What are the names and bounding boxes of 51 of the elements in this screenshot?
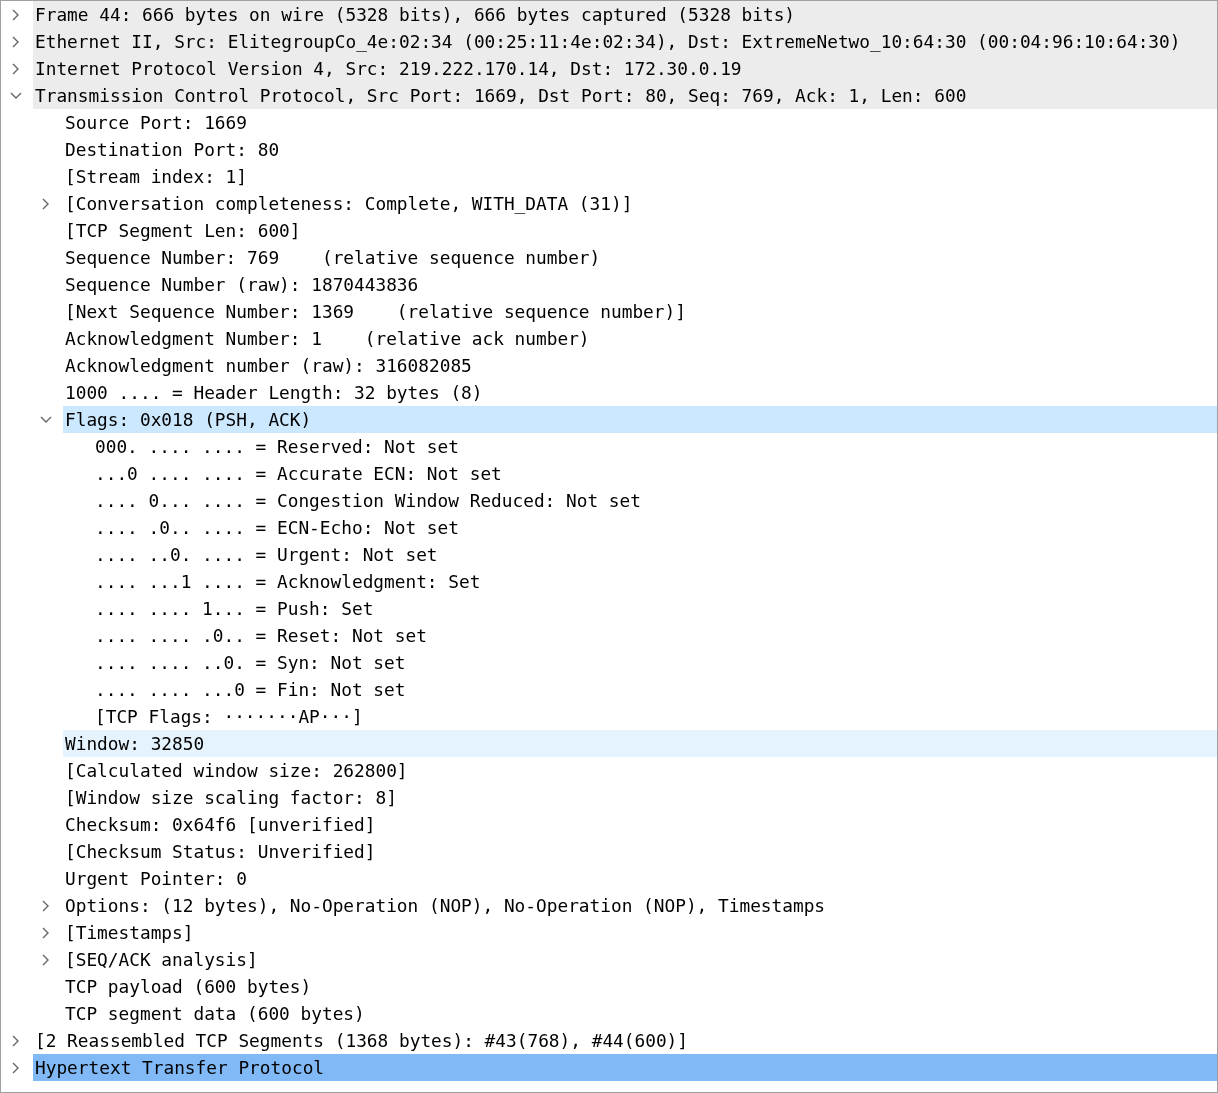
tree-item[interactable]: [Window size scaling factor: 8] [63, 784, 1217, 811]
tree-item[interactable]: Hypertext Transfer Protocol [33, 1054, 1217, 1081]
chevron-down-icon[interactable] [40, 415, 52, 424]
tree-item[interactable]: Source Port: 1669 [63, 109, 1217, 136]
tree-item[interactable]: .... 0... .... = Congestion Window Reduced: Not set [93, 487, 1217, 514]
tree-item[interactable]: Flags: 0x018 (PSH, ACK) [63, 406, 1217, 433]
tree-item[interactable]: Acknowledgment Number: 1 (relative ack number) [63, 325, 1217, 352]
tree-item[interactable]: [Calculated window size: 262800] [63, 757, 1217, 784]
tree-item[interactable]: [Stream index: 1] [63, 163, 1217, 190]
tree-item[interactable]: .... .... ..0. = Syn: Not set [93, 649, 1217, 676]
tree-item[interactable]: .... .... .0.. = Reset: Not set [93, 622, 1217, 649]
chevron-down-icon[interactable] [10, 91, 22, 100]
tree-item[interactable]: Transmission Control Protocol, Src Port: 1669, Dst Port: 80, Seq: 769, Ack: 1, Len: 600 [33, 82, 1217, 109]
tree-item[interactable]: Destination Port: 80 [63, 136, 1217, 163]
chevron-right-icon[interactable] [12, 8, 20, 21]
tree-item[interactable]: Frame 44: 666 bytes on wire (5328 bits), 666 bytes captured (5328 bits) [33, 1, 1217, 28]
tree-item[interactable]: TCP payload (600 bytes) [63, 973, 1217, 1000]
tree-item[interactable]: 000. .... .... = Reserved: Not set [93, 433, 1217, 460]
chevron-right-icon[interactable] [42, 899, 50, 912]
tree-item[interactable]: Sequence Number (raw): 1870443836 [63, 271, 1217, 298]
chevron-right-icon[interactable] [12, 1061, 20, 1074]
chevron-right-icon[interactable] [12, 35, 20, 48]
chevron-right-icon[interactable] [12, 62, 20, 75]
tree-item[interactable]: Ethernet II, Src: ElitegroupCo_4e:02:34 (00:25:11:4e:02:34), Dst: ExtremeNetwo_10:64:30 (00:04:96:10:64:30) [33, 28, 1217, 55]
tree-item[interactable]: .... .... 1... = Push: Set [93, 595, 1217, 622]
tree-item[interactable]: [Conversation completeness: Complete, WITH_DATA (31)] [63, 190, 1217, 217]
tree-item[interactable]: Urgent Pointer: 0 [63, 865, 1217, 892]
tree-item[interactable]: [Timestamps] [63, 919, 1217, 946]
tree-item[interactable]: [TCP Segment Len: 600] [63, 217, 1217, 244]
tree-item[interactable]: Internet Protocol Version 4, Src: 219.222.170.14, Dst: 172.30.0.19 [33, 55, 1217, 82]
tree-item[interactable]: .... ...1 .... = Acknowledgment: Set [93, 568, 1217, 595]
tree-item[interactable]: 1000 .... = Header Length: 32 bytes (8) [63, 379, 1217, 406]
tree-item[interactable]: [TCP Flags: ·······AP···] [93, 703, 1217, 730]
tree-item[interactable]: TCP segment data (600 bytes) [63, 1000, 1217, 1027]
tree-item[interactable]: [2 Reassembled TCP Segments (1368 bytes): #43(768), #44(600)] [33, 1027, 1217, 1054]
tree-item[interactable]: [SEQ/ACK analysis] [63, 946, 1217, 973]
tree-item[interactable]: Sequence Number: 769 (relative sequence number) [63, 244, 1217, 271]
chevron-right-icon[interactable] [42, 197, 50, 210]
chevron-right-icon[interactable] [42, 953, 50, 966]
tree-item[interactable]: ...0 .... .... = Accurate ECN: Not set [93, 460, 1217, 487]
tree-item[interactable]: Acknowledgment number (raw): 316082085 [63, 352, 1217, 379]
chevron-right-icon[interactable] [42, 926, 50, 939]
chevron-right-icon[interactable] [12, 1034, 20, 1047]
tree-item[interactable]: Window: 32850 [63, 730, 1217, 757]
tree-item[interactable]: [Checksum Status: Unverified] [63, 838, 1217, 865]
tree-item[interactable]: .... ..0. .... = Urgent: Not set [93, 541, 1217, 568]
tree-item[interactable]: Checksum: 0x64f6 [unverified] [63, 811, 1217, 838]
tree-item[interactable]: Options: (12 bytes), No-Operation (NOP), No-Operation (NOP), Timestamps [63, 892, 1217, 919]
tree-item[interactable]: .... .0.. .... = ECN-Echo: Not set [93, 514, 1217, 541]
tree-item[interactable]: [Next Sequence Number: 1369 (relative sequence number)] [63, 298, 1217, 325]
tree-item[interactable]: .... .... ...0 = Fin: Not set [93, 676, 1217, 703]
